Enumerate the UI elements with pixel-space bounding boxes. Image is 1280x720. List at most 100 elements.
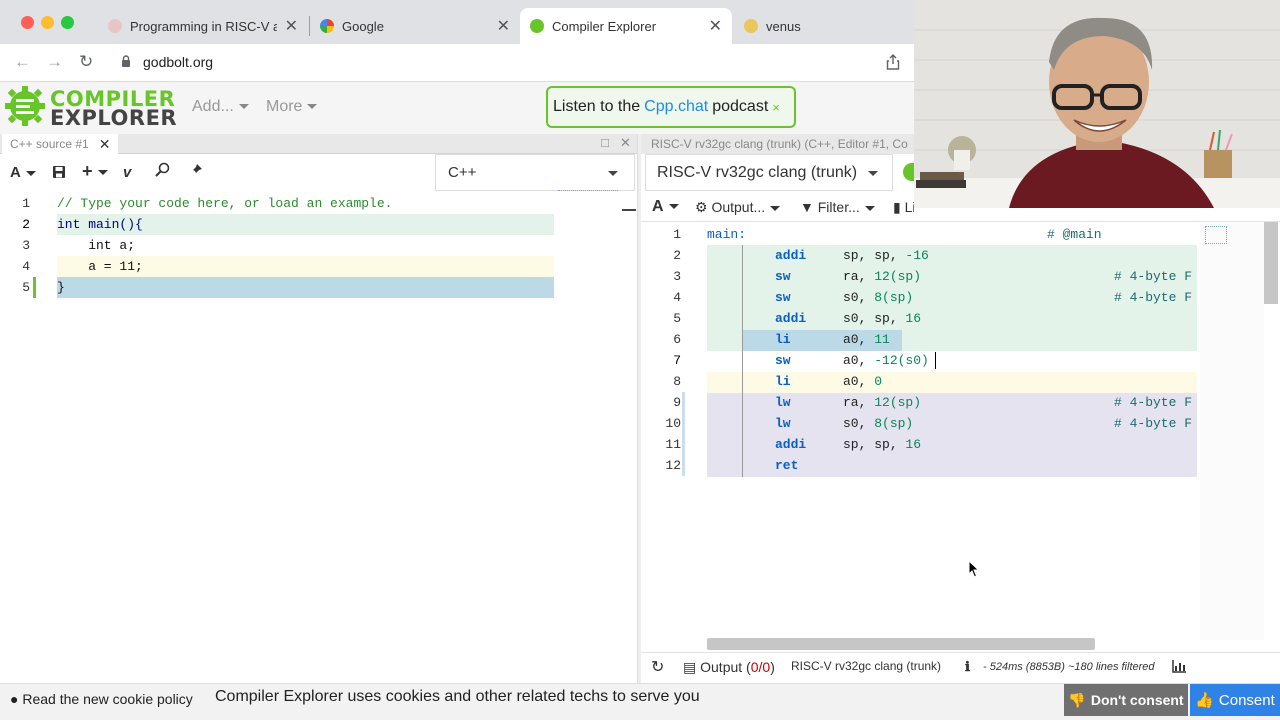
- close-icon[interactable]: ✕: [99, 136, 111, 153]
- font-size-button[interactable]: A: [10, 164, 36, 181]
- code-line[interactable]: a = 11;: [57, 256, 143, 277]
- compiler-select[interactable]: RISC-V rv32gc clang (trunk): [645, 154, 893, 191]
- output-icon: ▤: [683, 659, 697, 675]
- asm-sep: ,: [858, 353, 875, 368]
- asm-line[interactable]: addi: [775, 245, 806, 266]
- cookie-policy-link[interactable]: ● Read the new cookie policy: [10, 691, 193, 707]
- info-icon[interactable]: ℹ: [965, 659, 970, 675]
- vim-button[interactable]: v: [123, 164, 131, 181]
- asm-reg: s0: [843, 416, 859, 431]
- asm-line[interactable]: lw: [775, 413, 791, 434]
- asm-line[interactable]: li: [775, 329, 791, 350]
- asm-opcode: sw: [775, 269, 791, 284]
- tab-label: Google: [342, 18, 384, 34]
- close-icon[interactable]: ✕: [497, 16, 510, 36]
- asm-line[interactable]: li: [775, 371, 791, 392]
- consent-button[interactable]: 👍 Consent: [1190, 684, 1280, 716]
- asm-line[interactable]: lw: [775, 392, 791, 413]
- vertical-scrollbar[interactable]: [1264, 222, 1278, 304]
- asm-sep: ,: [858, 395, 875, 410]
- asm-opcode: lw: [775, 416, 791, 431]
- chevron-down-icon: [864, 205, 875, 211]
- add-new-button[interactable]: +: [82, 161, 108, 182]
- chevron-down-icon: [307, 104, 318, 110]
- chevron-down-icon: [668, 204, 679, 210]
- compiler-options-button[interactable]: [903, 163, 914, 181]
- thumbs-up-icon: 👍: [1195, 692, 1214, 709]
- chart-icon[interactable]: [1172, 660, 1186, 673]
- filter-menu[interactable]: ▼ Filter...: [800, 199, 875, 215]
- output-label-end: ): [770, 659, 775, 675]
- chevron-down-icon: [97, 169, 108, 175]
- cookie-message: Compiler Explorer uses cookies and other…: [215, 688, 700, 705]
- window-minimize-button[interactable]: [41, 16, 54, 29]
- close-icon[interactable]: ✕: [620, 135, 631, 151]
- minimap-viewport: [1205, 226, 1227, 244]
- reload-icon[interactable]: ↻: [79, 52, 93, 72]
- maximize-icon[interactable]: □: [601, 135, 609, 150]
- webcam-video: [914, 0, 1280, 208]
- code-line[interactable]: int main(){: [57, 214, 143, 235]
- close-icon[interactable]: ✕: [285, 16, 298, 36]
- asm-imm: 8(sp): [874, 416, 914, 431]
- window-zoom-button[interactable]: [61, 16, 74, 29]
- line-number: 8: [673, 374, 681, 389]
- code-line[interactable]: // Type your code here, or load an examp…: [57, 193, 392, 214]
- share-icon[interactable]: [886, 54, 900, 70]
- code-line[interactable]: int a;: [57, 235, 135, 256]
- compile-timing: - 524ms (8853B) ~180 lines filtered: [983, 661, 1155, 673]
- window-close-button[interactable]: [21, 16, 34, 29]
- minimap[interactable]: [558, 190, 618, 196]
- quick-bench-icon[interactable]: [188, 162, 204, 178]
- language-select[interactable]: C++: [435, 154, 635, 191]
- browser-tab-2[interactable]: Google ✕: [310, 8, 520, 44]
- cppinsights-icon[interactable]: [154, 162, 172, 178]
- podcast-text-end: podcast: [712, 98, 769, 115]
- font-size-button[interactable]: A: [652, 198, 679, 216]
- tab-compiler[interactable]: RISC-V rv32gc clang (trunk) (C++, Editor…: [641, 134, 914, 154]
- asm-line[interactable]: sw: [775, 266, 791, 287]
- recompile-icon[interactable]: ↻: [651, 657, 664, 677]
- compiler-explorer-logo-icon[interactable]: [4, 85, 46, 127]
- asm-line[interactable]: addi: [775, 434, 806, 455]
- close-icon[interactable]: ✕: [709, 16, 722, 36]
- asm-label[interactable]: main:: [707, 224, 746, 245]
- more-menu[interactable]: More: [266, 98, 318, 116]
- tab-cpp-source[interactable]: C++ source #1 ✕: [2, 134, 119, 154]
- browser-tab-3-active[interactable]: Compiler Explorer ✕: [520, 8, 732, 44]
- save-icon[interactable]: [52, 165, 66, 179]
- dont-consent-label: Don't consent: [1090, 692, 1184, 708]
- asm-operands: ra, 12(sp): [843, 392, 921, 413]
- asm-line[interactable]: ret: [775, 455, 798, 476]
- horizontal-scrollbar[interactable]: [707, 638, 1095, 650]
- asm-line[interactable]: sw: [775, 350, 791, 371]
- tab-label: C++ source #1: [10, 137, 89, 151]
- browser-tab-1[interactable]: Programming in RISC-V a ✕: [98, 8, 308, 44]
- line-number: 3: [673, 269, 681, 284]
- vim-icon: v: [123, 164, 132, 181]
- back-icon[interactable]: ←: [14, 52, 31, 72]
- minimap[interactable]: [1200, 222, 1264, 640]
- chevron-down-icon: [25, 170, 36, 176]
- forward-icon[interactable]: →: [46, 52, 63, 72]
- dont-consent-button[interactable]: 👎 Don't consent: [1064, 684, 1188, 716]
- gutter-marker: [682, 392, 685, 476]
- close-icon[interactable]: ×: [772, 100, 780, 115]
- podcast-link[interactable]: Cpp.chat: [644, 98, 708, 116]
- line-number: 4: [673, 290, 681, 305]
- google-icon: [320, 19, 334, 33]
- asm-sep: ,: [858, 290, 875, 305]
- asm-line[interactable]: addi: [775, 308, 806, 329]
- venus-favicon-icon: [744, 19, 758, 33]
- add-menu[interactable]: Add...: [192, 98, 249, 116]
- podcast-banner: Listen to the Cpp.chat podcast ×: [546, 86, 796, 128]
- output-menu[interactable]: ⚙ Output...: [695, 199, 781, 216]
- code-line[interactable]: }: [57, 277, 65, 298]
- output-button[interactable]: ▤ Output (0/0): [683, 659, 775, 676]
- tab-label: venus: [766, 18, 801, 34]
- libraries-button[interactable]: ▮ Libraries: [893, 199, 914, 216]
- browser-tab-4[interactable]: venus: [734, 8, 914, 44]
- font-icon: A: [10, 164, 21, 181]
- asm-line[interactable]: sw: [775, 287, 791, 308]
- url-input[interactable]: godbolt.org: [143, 54, 213, 70]
